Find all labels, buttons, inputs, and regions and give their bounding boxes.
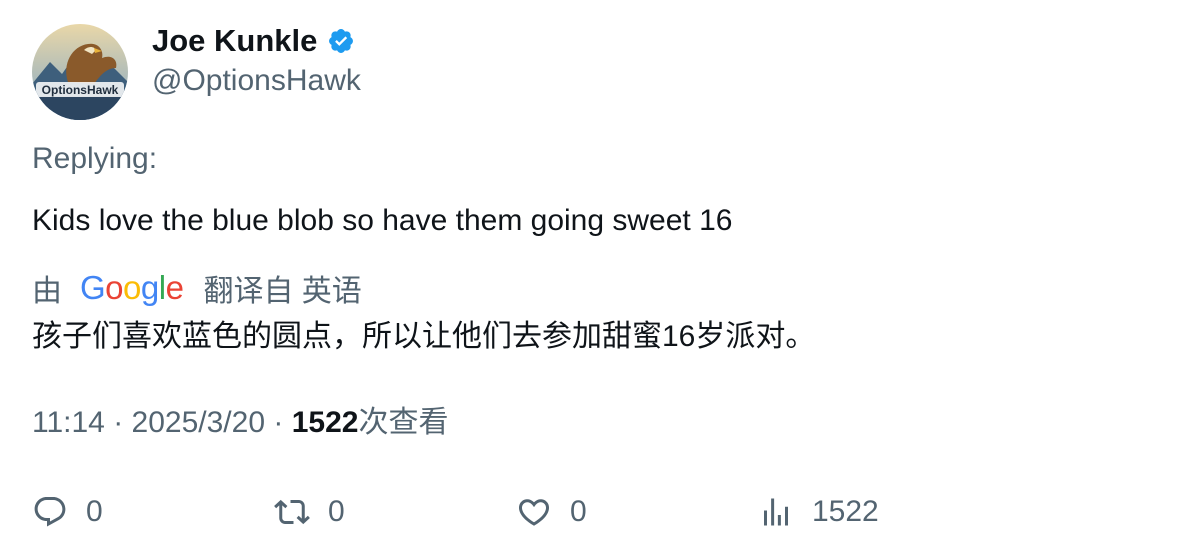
google-logo[interactable]: Google (80, 268, 184, 308)
like-button[interactable]: 0 (516, 490, 587, 534)
reply-button[interactable]: 0 (32, 490, 103, 534)
meta-separator: · (273, 406, 284, 439)
views-button[interactable]: 1522 (758, 490, 879, 534)
like-icon (518, 499, 550, 526)
views-label: 次查看 (358, 406, 449, 439)
views-count: 1522 (291, 406, 359, 439)
author-handle[interactable]: @OptionsHawk (152, 62, 361, 100)
retweet-button[interactable]: 0 (274, 490, 345, 534)
retweet-icon (274, 499, 310, 525)
translation-attribution: 由 Google 翻译自 英语 (32, 268, 362, 308)
like-count: 0 (570, 495, 587, 528)
translated-text: 孩子们喜欢蓝色的圆点，所以让他们去参加甜蜜16岁派对。 (32, 320, 816, 353)
avatar-logo-text: OptionsHawk (42, 83, 119, 97)
verified-badge-icon[interactable] (327, 27, 355, 55)
author-name[interactable]: Joe Kunkle (152, 22, 317, 60)
tweet-date[interactable]: 2025/3/20 (132, 406, 265, 439)
views-icon (764, 498, 788, 526)
translation-suffix: 翻译自 英语 (203, 275, 362, 308)
reply-count: 0 (86, 495, 103, 528)
avatar-image: OptionsHawk (32, 24, 128, 120)
retweet-count: 0 (328, 495, 345, 528)
tweet-time[interactable]: 11:14 (32, 406, 105, 439)
author-name-row: Joe Kunkle (152, 22, 355, 60)
avatar[interactable]: OptionsHawk (32, 24, 128, 120)
replying-label: Replying: (32, 142, 158, 175)
tweet-meta: 11:14 · 2025/3/20 · 1522次查看 (32, 404, 448, 442)
reply-icon (34, 497, 66, 527)
tweet-text: Kids love the blue blob so have them goi… (32, 204, 733, 237)
views-action-count: 1522 (812, 495, 879, 528)
translation-prefix: 由 (32, 275, 62, 308)
meta-separator: · (113, 406, 124, 439)
